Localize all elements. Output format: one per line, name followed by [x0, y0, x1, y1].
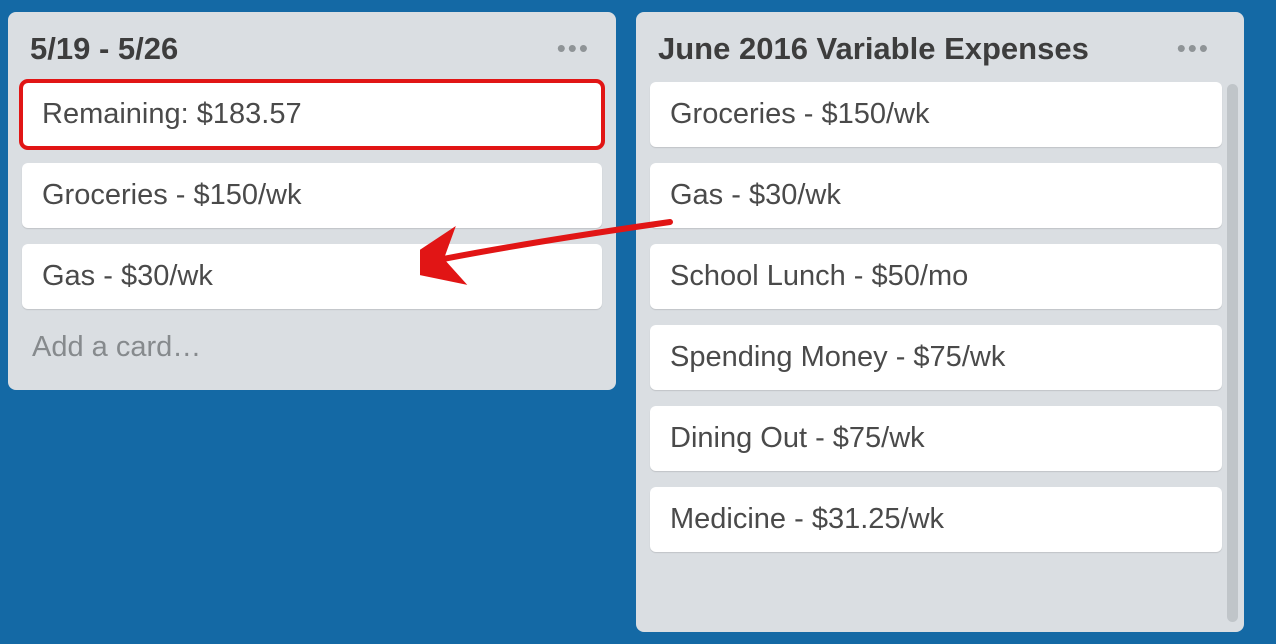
- card-gas[interactable]: Gas - $30/wk: [22, 244, 602, 309]
- scrollbar[interactable]: [1227, 84, 1238, 622]
- list-title[interactable]: 5/19 - 5/26: [30, 32, 178, 66]
- add-card-button[interactable]: Add a card…: [22, 309, 602, 382]
- card-dining-out[interactable]: Dining Out - $75/wk: [650, 406, 1222, 471]
- card-school-lunch[interactable]: School Lunch - $50/mo: [650, 244, 1222, 309]
- card-gas[interactable]: Gas - $30/wk: [650, 163, 1222, 228]
- card-remaining[interactable]: Remaining: $183.57: [22, 82, 602, 147]
- card-groceries[interactable]: Groceries - $150/wk: [650, 82, 1222, 147]
- list-month: June 2016 Variable Expenses ••• Grocerie…: [636, 12, 1244, 632]
- board: 5/19 - 5/26 ••• Remaining: $183.57 Groce…: [0, 0, 1276, 644]
- list-menu-icon[interactable]: •••: [553, 41, 594, 57]
- cards-container: Groceries - $150/wk Gas - $30/wk School …: [650, 82, 1222, 552]
- list-header: 5/19 - 5/26 •••: [22, 26, 602, 82]
- list-wrap-week: 5/19 - 5/26 ••• Remaining: $183.57 Groce…: [8, 12, 616, 632]
- card-groceries[interactable]: Groceries - $150/wk: [22, 163, 602, 228]
- list-header: June 2016 Variable Expenses •••: [650, 26, 1222, 82]
- card-medicine[interactable]: Medicine - $31.25/wk: [650, 487, 1222, 552]
- list-week: 5/19 - 5/26 ••• Remaining: $183.57 Groce…: [8, 12, 616, 390]
- card-spending-money[interactable]: Spending Money - $75/wk: [650, 325, 1222, 390]
- list-menu-icon[interactable]: •••: [1173, 41, 1214, 57]
- list-wrap-month: June 2016 Variable Expenses ••• Grocerie…: [636, 12, 1244, 632]
- cards-container: Remaining: $183.57 Groceries - $150/wk G…: [22, 82, 602, 309]
- list-title[interactable]: June 2016 Variable Expenses: [658, 32, 1089, 66]
